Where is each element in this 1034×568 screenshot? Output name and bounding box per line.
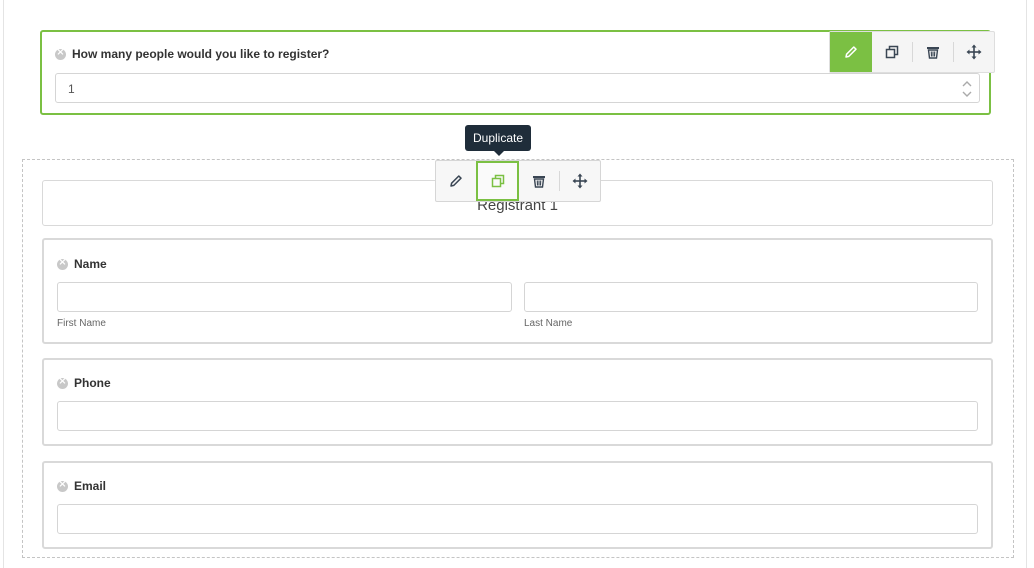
required-icon	[57, 479, 68, 493]
duplicate-icon	[885, 45, 899, 59]
phone-input[interactable]	[57, 401, 978, 431]
section-delete-button[interactable]	[519, 161, 559, 201]
phone-label: Phone	[74, 376, 111, 390]
required-icon	[57, 376, 68, 390]
move-icon	[966, 44, 982, 60]
number-spinner-icon[interactable]	[961, 78, 973, 100]
move-icon	[572, 173, 588, 189]
section-duplicate-button[interactable]	[476, 161, 519, 201]
email-input[interactable]	[57, 504, 978, 534]
registrant-count-input[interactable]: 1	[55, 73, 980, 103]
duplicate-icon	[491, 174, 504, 188]
registrant-count-label: How many people would you like to regist…	[72, 47, 330, 61]
name-label: Name	[74, 257, 107, 271]
name-label-row: Name	[57, 257, 107, 271]
name-field[interactable]: Name First Name Last Name	[42, 238, 993, 344]
first-name-sublabel: First Name	[57, 318, 106, 329]
email-label-row: Email	[57, 479, 106, 493]
section-toolbar	[435, 160, 601, 202]
pencil-icon	[845, 46, 857, 58]
section-edit-button[interactable]	[436, 161, 476, 201]
registrant-count-label-row: How many people would you like to regist…	[55, 47, 329, 61]
email-field[interactable]: Email	[42, 461, 993, 549]
last-name-sublabel: Last Name	[524, 318, 573, 329]
trash-icon	[533, 176, 545, 188]
registrant-count-value: 1	[68, 82, 75, 96]
last-name-input[interactable]	[524, 282, 978, 312]
required-icon	[57, 257, 68, 271]
delete-button[interactable]	[913, 32, 953, 72]
edit-button[interactable]	[830, 32, 872, 72]
trash-icon	[927, 47, 939, 59]
duplicate-tooltip: Duplicate	[465, 125, 531, 156]
phone-field[interactable]: Phone	[42, 358, 993, 446]
section-move-button[interactable]	[560, 161, 600, 201]
required-icon	[55, 47, 66, 61]
duplicate-button[interactable]	[872, 32, 912, 72]
canvas-edge-right	[1026, 0, 1027, 568]
canvas-edge-left	[3, 0, 4, 568]
pencil-icon	[450, 175, 462, 187]
field-toolbar-top	[829, 31, 995, 73]
phone-label-row: Phone	[57, 376, 111, 390]
email-label: Email	[74, 479, 107, 493]
first-name-input[interactable]	[57, 282, 512, 312]
move-button[interactable]	[954, 32, 994, 72]
